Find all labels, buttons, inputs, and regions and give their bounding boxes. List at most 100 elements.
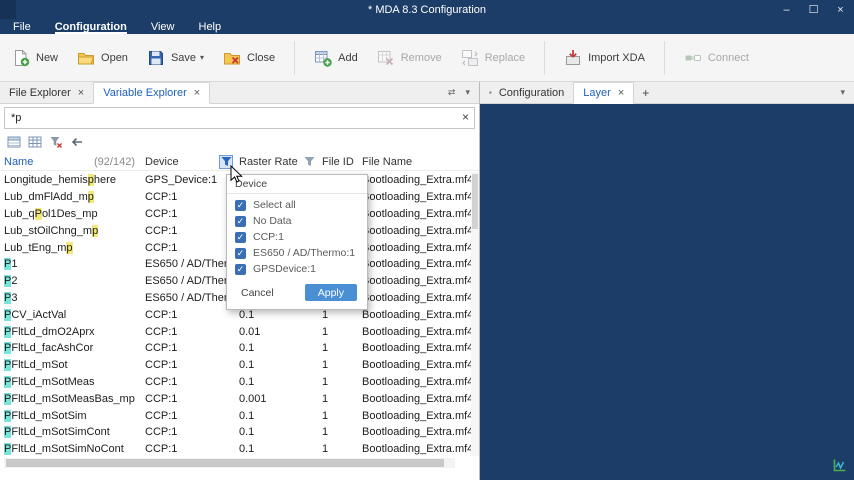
file-name-cell: Bootloading_Extra.mf4	[358, 174, 471, 186]
tab-marker-icon: ▪	[489, 88, 492, 97]
close-window-button[interactable]: ×	[827, 0, 854, 19]
column-header-file-id[interactable]: File ID	[318, 156, 358, 168]
file-name-cell: Bootloading_Extra.mf4	[358, 242, 471, 254]
window-title: * MDA 8.3 Configuration	[0, 4, 854, 16]
menubar: File Configuration View Help	[0, 19, 854, 34]
layer-dropdown-icon[interactable]: ▾	[840, 87, 845, 98]
table-row[interactable]: PFltLd_mSotSimContCCP:10.11Bootloading_E…	[0, 424, 471, 441]
tab-label: File Explorer	[9, 87, 71, 99]
open-button[interactable]: Open	[77, 49, 128, 67]
table-row[interactable]: PFltLd_mSotSimCCP:10.11Bootloading_Extra…	[0, 407, 471, 424]
search-input[interactable]	[4, 107, 475, 129]
swap-panel-icon[interactable]: ⇄	[448, 87, 456, 98]
signal-preview-icon[interactable]	[832, 458, 847, 473]
remove-button: Remove	[377, 49, 442, 67]
filter-option[interactable]: ✓CCP:1	[227, 229, 367, 245]
add-button[interactable]: Add	[314, 49, 358, 67]
close-layer-tab-icon[interactable]: ×	[618, 87, 624, 99]
column-header-raster-rate[interactable]: Raster Rate	[235, 155, 318, 169]
name-cell: PFltLd_mSotSimCont	[0, 426, 141, 438]
list-view-button[interactable]	[7, 135, 21, 149]
edit-filter-icon	[49, 135, 63, 149]
name-text: Lub_tEng_m	[4, 242, 66, 254]
table-row[interactable]: PFltLd_mSotCCP:10.11Bootloading_Extra.mf…	[0, 357, 471, 374]
table-row[interactable]: PFltLd_dmO2AprxCCP:10.011Bootloading_Ext…	[0, 323, 471, 340]
table-row[interactable]: PFltLd_facAshCorCCP:10.11Bootloading_Ext…	[0, 340, 471, 357]
checkbox-icon[interactable]: ✓	[235, 216, 246, 227]
replace-grid-icon	[461, 49, 479, 67]
name-cell: Lub_stOilChng_mp	[0, 225, 141, 237]
menu-help[interactable]: Help	[199, 19, 222, 34]
tab-list-dropdown-icon[interactable]: ▾	[465, 87, 470, 98]
remove-grid-icon	[377, 49, 395, 67]
cancel-button[interactable]: Cancel	[241, 287, 274, 299]
toolbar-button-label: Import XDA	[588, 52, 645, 64]
table-horizontal-scrollbar[interactable]	[4, 458, 455, 468]
table-row[interactable]: PFltLd_mSotMeasCCP:10.11Bootloading_Extr…	[0, 374, 471, 391]
close-tab-icon[interactable]: ×	[194, 87, 200, 99]
edit-filter-button[interactable]	[49, 135, 63, 149]
titlebar[interactable]: * MDA 8.3 Configuration – ☐ ×	[0, 0, 854, 19]
tab-layer[interactable]: Layer ×	[573, 82, 634, 104]
raster-rate-cell: 0.1	[235, 376, 318, 388]
name-text: CV_iActVal	[11, 309, 66, 321]
name-text: Longitude_hemis	[4, 174, 88, 186]
toolbar-button-label: Save	[171, 52, 196, 64]
checkbox-icon[interactable]: ✓	[235, 232, 246, 243]
name-text: Lub_stOilChng_m	[4, 225, 92, 237]
name-cell: PCV_iActVal	[0, 309, 141, 321]
tab-label: Variable Explorer	[103, 87, 187, 99]
name-cell: PFltLd_dmO2Aprx	[0, 326, 141, 338]
import-xda-icon	[564, 49, 582, 67]
new-button[interactable]: New	[12, 49, 58, 67]
raster-rate-column-label: Raster Rate	[239, 156, 298, 168]
column-header-file-name[interactable]: File Name	[358, 156, 479, 168]
horizontal-scrollbar-thumb[interactable]	[6, 459, 444, 467]
import-xda-button[interactable]: Import XDA	[564, 49, 645, 67]
table-row[interactable]: PFltLd_mSotMeasBas_mpCCP:10.0011Bootload…	[0, 390, 471, 407]
back-arrow-button[interactable]	[70, 135, 84, 149]
name-text: ol1Des_mp	[42, 208, 98, 220]
close-button[interactable]: Close	[223, 49, 275, 67]
close-tab-icon[interactable]: ×	[78, 87, 84, 99]
table-vertical-scrollbar[interactable]	[471, 172, 479, 456]
checkbox-icon[interactable]: ✓	[235, 248, 246, 259]
new-tab-button[interactable]: +	[634, 82, 657, 103]
maximize-button[interactable]: ☐	[800, 0, 827, 19]
vertical-scrollbar-thumb[interactable]	[472, 174, 478, 229]
file-id-cell: 1	[318, 426, 358, 438]
save-dropdown-caret-icon[interactable]: ▾	[200, 53, 204, 62]
toolbar-button-label: New	[36, 52, 58, 64]
raster-rate-filter-funnel-icon[interactable]	[302, 155, 316, 169]
tab-configuration[interactable]: ▪ Configuration	[480, 82, 573, 103]
device-cell: CCP:1	[141, 393, 235, 405]
tab-variable-explorer[interactable]: Variable Explorer ×	[93, 82, 210, 104]
filter-option[interactable]: ✓Select all	[227, 197, 367, 213]
filter-option[interactable]: ✓ES650 / AD/Thermo:1	[227, 245, 367, 261]
checkbox-icon[interactable]: ✓	[235, 200, 246, 211]
grid-view-button[interactable]	[28, 135, 42, 149]
table-row[interactable]: PFltLd_mSotSimNoContCCP:10.11Bootloading…	[0, 441, 471, 458]
checkbox-icon[interactable]: ✓	[235, 264, 246, 275]
column-header-name[interactable]: Name (92/142)	[0, 156, 141, 168]
file-name-cell: Bootloading_Extra.mf4	[358, 376, 471, 388]
menu-configuration[interactable]: Configuration	[55, 19, 127, 34]
column-header-device[interactable]: Device	[141, 155, 235, 169]
filter-option[interactable]: ✓No Data	[227, 213, 367, 229]
device-cell: CCP:1	[141, 443, 235, 455]
minimize-button[interactable]: –	[773, 0, 800, 19]
name-text: FltLd_mSotSimNoCont	[11, 443, 124, 455]
clear-search-icon[interactable]: ×	[462, 110, 469, 124]
apply-button[interactable]: Apply	[305, 284, 357, 301]
device-cell: CCP:1	[141, 326, 235, 338]
menu-file[interactable]: File	[13, 19, 31, 34]
name-text: 1	[11, 258, 17, 270]
list-view-icon	[7, 135, 21, 149]
tab-file-explorer[interactable]: File Explorer ×	[0, 82, 93, 103]
device-cell: ES650 / AD/Thermo:1	[141, 292, 235, 304]
file-name-cell: Bootloading_Extra.mf4	[358, 359, 471, 371]
save-button[interactable]: Save ▾	[147, 49, 204, 67]
search-match-highlight: p	[92, 225, 98, 237]
menu-view[interactable]: View	[151, 19, 175, 34]
filter-option[interactable]: ✓GPSDevice:1	[227, 261, 367, 277]
